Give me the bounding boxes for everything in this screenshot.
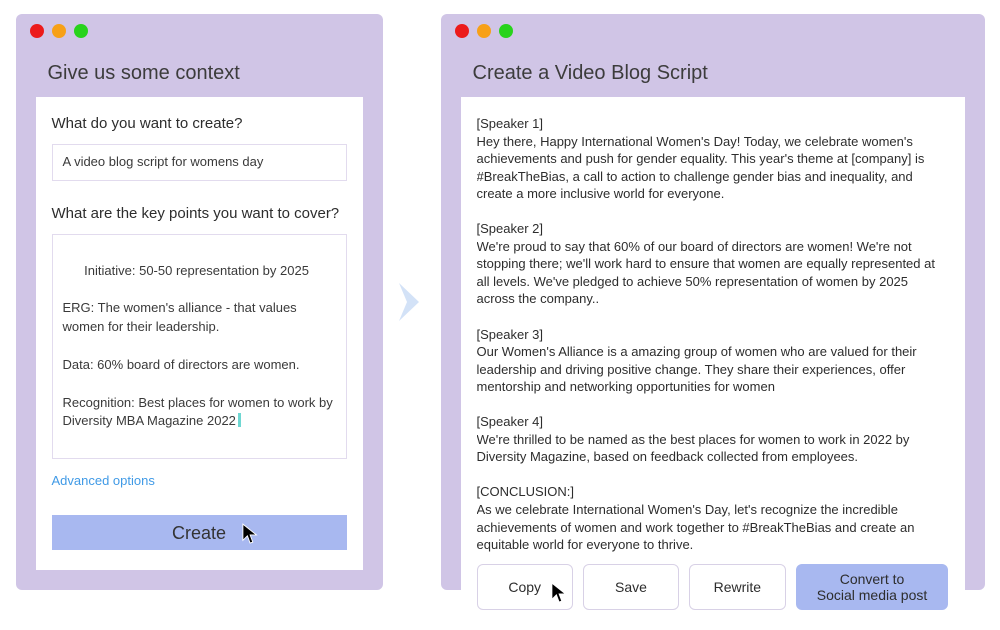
close-icon[interactable]: [455, 24, 469, 38]
output-window: Create a Video Blog Script [Speaker 1] H…: [441, 14, 985, 590]
save-button[interactable]: Save: [583, 564, 679, 610]
copy-button[interactable]: Copy: [477, 564, 573, 610]
create-button-label: Create: [172, 523, 226, 543]
output-panel: [Speaker 1] Hey there, Happy Internation…: [461, 97, 965, 630]
question-keys-label: What are the key points you want to cove…: [52, 205, 347, 222]
create-input[interactable]: A video blog script for womens day: [52, 144, 347, 181]
close-icon[interactable]: [30, 24, 44, 38]
maximize-icon[interactable]: [74, 24, 88, 38]
create-button[interactable]: Create: [52, 515, 347, 550]
keypoints-text: Initiative: 50-50 representation by 2025…: [63, 263, 337, 429]
text-caret: [238, 413, 241, 427]
window-controls: [30, 24, 88, 38]
minimize-icon[interactable]: [52, 24, 66, 38]
context-window: Give us some context What do you want to…: [16, 14, 383, 590]
context-panel: What do you want to create? A video blog…: [36, 97, 363, 570]
maximize-icon[interactable]: [499, 24, 513, 38]
arrow-icon: [395, 279, 429, 325]
advanced-options-link[interactable]: Advanced options: [52, 473, 347, 488]
cursor-icon: [242, 523, 260, 545]
question-create-label: What do you want to create?: [52, 115, 347, 132]
convert-button[interactable]: Convert to Social media post: [796, 564, 949, 610]
script-output: [Speaker 1] Hey there, Happy Internation…: [477, 115, 949, 554]
rewrite-button[interactable]: Rewrite: [689, 564, 785, 610]
page-title: Give us some context: [48, 62, 383, 85]
page-title: Create a Video Blog Script: [473, 62, 985, 85]
window-controls: [455, 24, 513, 38]
keypoints-input[interactable]: Initiative: 50-50 representation by 2025…: [52, 234, 347, 459]
action-row: Copy Save Rewrite Convert to Social medi…: [477, 564, 949, 610]
minimize-icon[interactable]: [477, 24, 491, 38]
